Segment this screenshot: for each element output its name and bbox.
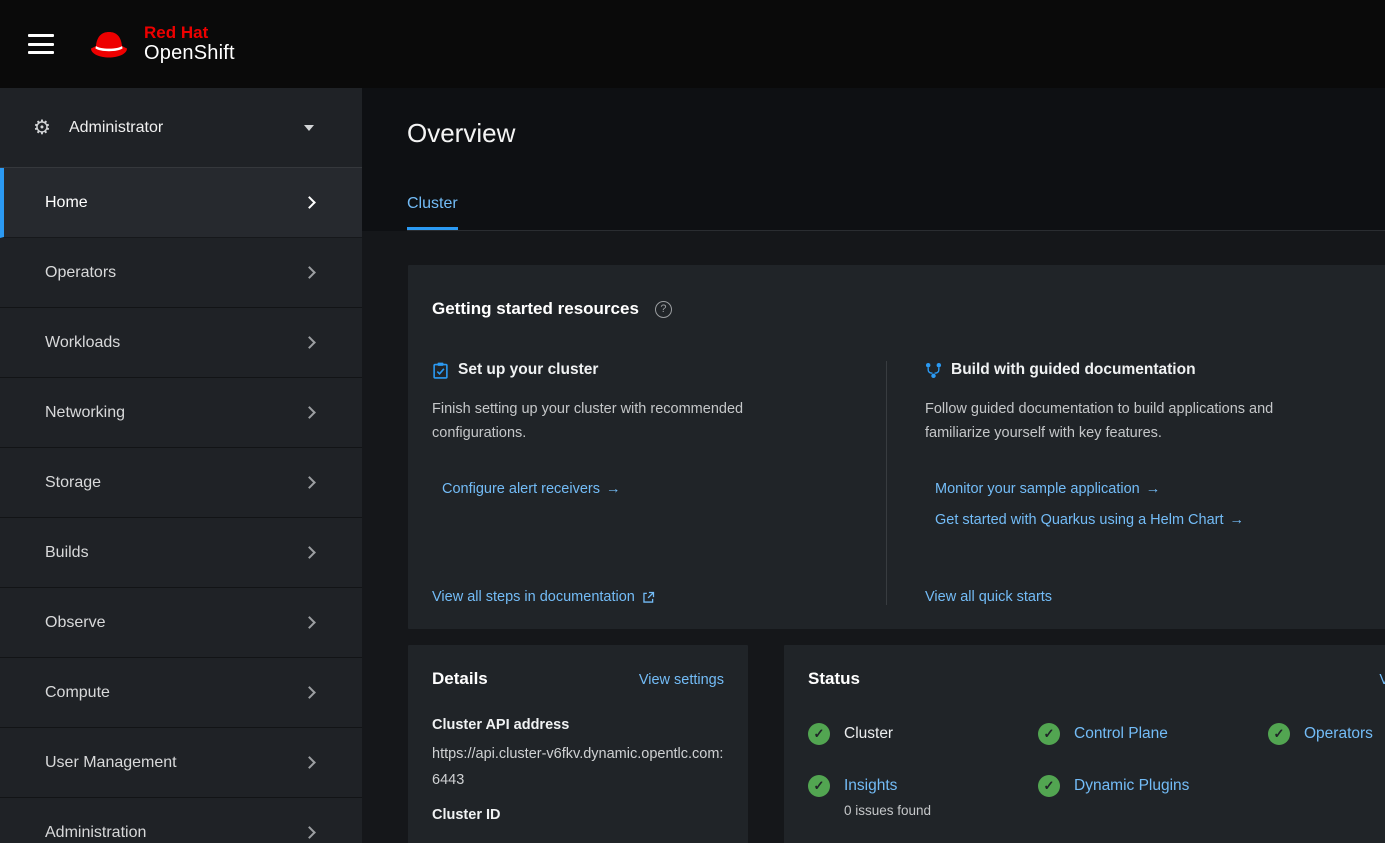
arrow-right-icon: → — [1230, 512, 1245, 528]
guided-documentation-column: Build with guided documentation Follow g… — [887, 361, 1385, 605]
status-item-control-plane: ✓ Control Plane — [1038, 723, 1268, 745]
setup-cluster-title: Set up your cluster — [458, 361, 598, 379]
brand-logo[interactable]: Red Hat OpenShift — [86, 23, 235, 66]
status-item-cluster: ✓ Cluster — [808, 723, 1038, 745]
sidebar-item-label: Networking — [45, 404, 125, 422]
chevron-right-icon — [303, 266, 316, 279]
sidebar-item-observe[interactable]: Observe — [0, 588, 362, 658]
sidebar-item-home[interactable]: Home — [0, 168, 362, 238]
sidebar: ⚙ Administrator Home Operators Workloads… — [0, 88, 362, 843]
external-link-icon — [642, 591, 655, 604]
sidebar-item-label: Workloads — [45, 334, 120, 352]
details-title: Details — [432, 669, 488, 689]
sidebar-item-builds[interactable]: Builds — [0, 518, 362, 588]
check-circle-icon: ✓ — [1268, 723, 1290, 745]
page-header: Overview Cluster — [362, 88, 1385, 231]
brand-red-hat: Red Hat — [144, 23, 235, 43]
chevron-right-icon — [303, 336, 316, 349]
gear-icon: ⚙ — [33, 115, 51, 140]
masthead: Red Hat OpenShift — [0, 0, 1385, 88]
operators-link[interactable]: Operators — [1304, 723, 1373, 745]
sidebar-item-compute[interactable]: Compute — [0, 658, 362, 728]
getting-started-card: Getting started resources ? Set up your … — [408, 265, 1385, 629]
view-settings-link[interactable]: View settings — [639, 672, 724, 688]
sidebar-item-administration[interactable]: Administration — [0, 798, 362, 843]
setup-cluster-column: Set up your cluster Finish setting up yo… — [432, 361, 887, 605]
tab-cluster[interactable]: Cluster — [407, 195, 458, 230]
brand-openshift: OpenShift — [144, 42, 235, 65]
tab-bar: Cluster — [407, 195, 1385, 231]
check-circle-icon: ✓ — [1038, 723, 1060, 745]
sidebar-item-networking[interactable]: Networking — [0, 378, 362, 448]
monitor-sample-app-link[interactable]: Monitor your sample application→ — [935, 481, 1385, 497]
sidebar-item-label: Observe — [45, 614, 105, 632]
page-title: Overview — [407, 118, 1385, 149]
details-card: Details View settings Cluster API addres… — [408, 645, 748, 843]
view-all-quick-starts-link[interactable]: View all quick starts — [925, 589, 1052, 605]
dynamic-plugins-link[interactable]: Dynamic Plugins — [1074, 775, 1189, 797]
chevron-right-icon — [303, 546, 316, 559]
check-circle-icon: ✓ — [1038, 775, 1060, 797]
view-alerts-link[interactable]: View alerts — [1379, 672, 1385, 688]
help-icon[interactable]: ? — [655, 301, 672, 318]
sidebar-item-user-management[interactable]: User Management — [0, 728, 362, 798]
arrow-right-icon: → — [1146, 481, 1161, 497]
status-item-insights: ✓ Insights 0 issues found — [808, 775, 1038, 818]
main-content: Overview Cluster Getting started resourc… — [362, 88, 1385, 843]
status-card: Status View alerts ✓ Cluster ✓ Control P… — [784, 645, 1385, 843]
sidebar-item-operators[interactable]: Operators — [0, 238, 362, 308]
sidebar-item-label: Compute — [45, 684, 110, 702]
chevron-right-icon — [303, 756, 316, 769]
check-circle-icon: ✓ — [808, 775, 830, 797]
nav-toggle-hamburger-icon[interactable] — [28, 34, 54, 54]
dashboard: Getting started resources ? Set up your … — [362, 231, 1385, 843]
chevron-right-icon — [303, 406, 316, 419]
cluster-id-label: Cluster ID — [432, 807, 724, 823]
checklist-icon — [432, 362, 449, 379]
cluster-api-address-value: https://api.cluster-v6fkv.dynamic.opentl… — [432, 741, 724, 793]
setup-cluster-body: Finish setting up your cluster with reco… — [432, 397, 822, 445]
status-item-operators: ✓ Operators — [1268, 723, 1385, 745]
sidebar-item-label: Administration — [45, 824, 146, 842]
guided-documentation-title: Build with guided documentation — [951, 361, 1196, 379]
route-icon — [925, 362, 942, 379]
control-plane-link[interactable]: Control Plane — [1074, 723, 1168, 745]
getting-started-title: Getting started resources — [432, 299, 639, 319]
sidebar-item-label: Builds — [45, 544, 89, 562]
status-title: Status — [808, 669, 860, 689]
perspective-label: Administrator — [69, 119, 163, 137]
insights-issues-count: 0 issues found — [844, 803, 931, 818]
sidebar-item-label: Storage — [45, 474, 101, 492]
insights-link[interactable]: Insights — [844, 777, 897, 794]
sidebar-item-workloads[interactable]: Workloads — [0, 308, 362, 378]
arrow-right-icon: → — [606, 481, 621, 497]
sidebar-item-storage[interactable]: Storage — [0, 448, 362, 518]
sidebar-item-label: Operators — [45, 264, 116, 282]
cluster-api-address-label: Cluster API address — [432, 717, 724, 733]
sidebar-item-label: Home — [45, 194, 88, 212]
brand-text: Red Hat OpenShift — [144, 23, 235, 66]
caret-down-icon — [304, 125, 314, 131]
quarkus-helm-chart-link[interactable]: Get started with Quarkus using a Helm Ch… — [935, 512, 1385, 528]
chevron-right-icon — [303, 826, 316, 839]
perspective-switcher[interactable]: ⚙ Administrator — [0, 88, 362, 168]
sidebar-nav: Home Operators Workloads Networking Stor… — [0, 168, 362, 843]
configure-alert-receivers-link[interactable]: Configure alert receivers→ — [442, 481, 846, 497]
view-all-steps-link[interactable]: View all steps in documentation — [432, 589, 635, 605]
chevron-right-icon — [303, 616, 316, 629]
check-circle-icon: ✓ — [808, 723, 830, 745]
status-item-dynamic-plugins: ✓ Dynamic Plugins — [1038, 775, 1268, 818]
chevron-right-icon — [303, 196, 316, 209]
guided-documentation-body: Follow guided documentation to build app… — [925, 397, 1315, 445]
chevron-right-icon — [303, 686, 316, 699]
red-hat-icon — [86, 28, 132, 60]
sidebar-item-label: User Management — [45, 754, 177, 772]
chevron-right-icon — [303, 476, 316, 489]
